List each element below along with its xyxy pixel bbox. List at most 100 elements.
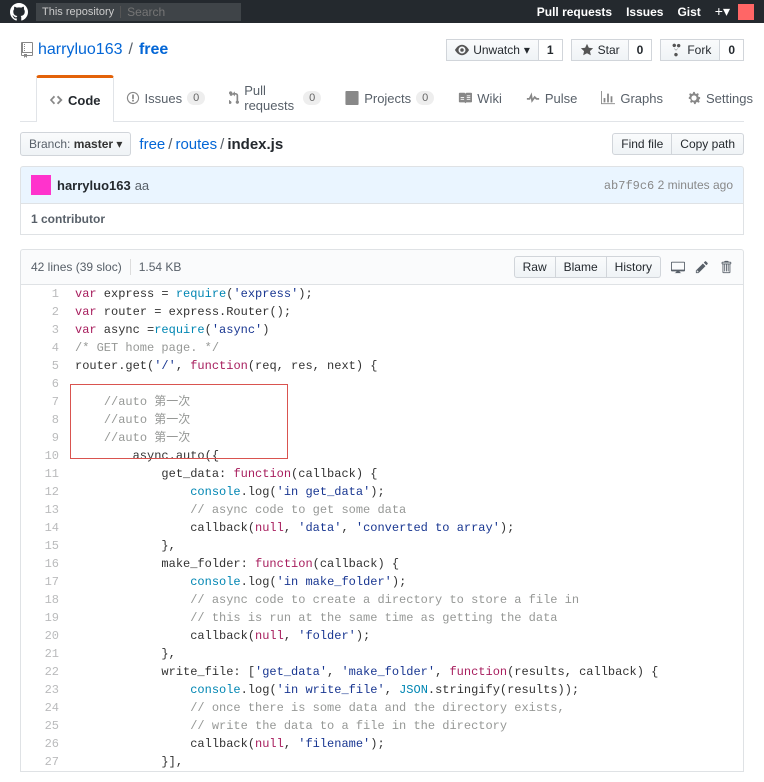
- tab-pulse[interactable]: Pulse: [514, 75, 590, 121]
- branch-select[interactable]: Branch: master ▾: [20, 132, 131, 156]
- tab-code[interactable]: Code: [36, 75, 114, 122]
- star-count[interactable]: 0: [629, 39, 653, 61]
- tab-projects[interactable]: Projects 0: [333, 75, 446, 121]
- commit-author[interactable]: harryluo163: [57, 178, 131, 193]
- line-number[interactable]: 11: [21, 465, 69, 483]
- code-line: 5router.get('/', function(req, res, next…: [21, 357, 743, 375]
- copy-path-button[interactable]: Copy path: [672, 133, 744, 155]
- crumb-root[interactable]: free: [139, 136, 165, 153]
- commit-message[interactable]: aa: [135, 178, 149, 193]
- crumb-dir[interactable]: routes: [175, 136, 217, 153]
- blame-button[interactable]: Blame: [556, 256, 607, 278]
- tab-settings-label: Settings: [706, 91, 753, 106]
- tab-wiki[interactable]: Wiki: [446, 75, 514, 121]
- search-input[interactable]: [121, 3, 241, 21]
- line-number[interactable]: 24: [21, 699, 69, 717]
- line-number[interactable]: 14: [21, 519, 69, 537]
- watch-count[interactable]: 1: [539, 39, 563, 61]
- line-content: // async code to get some data: [69, 501, 743, 519]
- code-line: 11 get_data: function(callback) {: [21, 465, 743, 483]
- line-number[interactable]: 2: [21, 303, 69, 321]
- search-wrap: This repository: [36, 3, 241, 21]
- line-number[interactable]: 15: [21, 537, 69, 555]
- line-number[interactable]: 19: [21, 609, 69, 627]
- gear-icon: [687, 91, 701, 105]
- history-button[interactable]: History: [607, 256, 661, 278]
- line-content: /* GET home page. */: [69, 339, 743, 357]
- line-number[interactable]: 4: [21, 339, 69, 357]
- code-line: 23 console.log('in write_file', JSON.str…: [21, 681, 743, 699]
- github-logo-icon[interactable]: [10, 3, 28, 21]
- issues-counter: 0: [187, 91, 205, 105]
- tab-issues[interactable]: Issues 0: [114, 75, 218, 121]
- line-number[interactable]: 9: [21, 429, 69, 447]
- tab-pulse-label: Pulse: [545, 91, 578, 106]
- pulls-counter: 0: [303, 91, 321, 105]
- raw-button[interactable]: Raw: [514, 256, 556, 278]
- line-number[interactable]: 18: [21, 591, 69, 609]
- nav-gist[interactable]: Gist: [677, 5, 700, 19]
- line-number[interactable]: 16: [21, 555, 69, 573]
- file-size: 1.54 KB: [139, 260, 182, 274]
- line-number[interactable]: 10: [21, 447, 69, 465]
- avatar[interactable]: [738, 4, 754, 20]
- tab-pulls[interactable]: Pull requests 0: [217, 75, 333, 121]
- file-header: 42 lines (39 sloc) 1.54 KB Raw Blame His…: [20, 249, 744, 285]
- line-number[interactable]: 8: [21, 411, 69, 429]
- line-number[interactable]: 21: [21, 645, 69, 663]
- search-scope[interactable]: This repository: [36, 6, 121, 18]
- repo-title: harryluo163 / free: [20, 41, 168, 59]
- line-number[interactable]: 3: [21, 321, 69, 339]
- code-line: 7 //auto 第一次: [21, 393, 743, 411]
- fork-button[interactable]: Fork: [660, 39, 720, 61]
- line-content: var express = require('express');: [69, 285, 743, 303]
- line-content: make_folder: function(callback) {: [69, 555, 743, 573]
- unwatch-button[interactable]: Unwatch ▾: [446, 39, 539, 61]
- line-number[interactable]: 25: [21, 717, 69, 735]
- code-line: 10 async.auto({: [21, 447, 743, 465]
- line-number[interactable]: 27: [21, 753, 69, 771]
- projects-counter: 0: [416, 91, 434, 105]
- line-number[interactable]: 26: [21, 735, 69, 753]
- pencil-icon[interactable]: [695, 260, 709, 274]
- line-content: router.get('/', function(req, res, next)…: [69, 357, 743, 375]
- line-content: // async code to create a directory to s…: [69, 591, 743, 609]
- fork-icon: [669, 43, 683, 57]
- fork-count[interactable]: 0: [720, 39, 744, 61]
- line-content: console.log('in write_file', JSON.string…: [69, 681, 743, 699]
- code-line: 12 console.log('in get_data');: [21, 483, 743, 501]
- line-number[interactable]: 23: [21, 681, 69, 699]
- line-number[interactable]: 12: [21, 483, 69, 501]
- pulse-icon: [526, 91, 540, 105]
- repo-name-link[interactable]: free: [139, 41, 168, 59]
- create-new-icon[interactable]: +▾: [715, 3, 730, 20]
- line-content: // this is run at the same time as getti…: [69, 609, 743, 627]
- star-icon: [580, 43, 594, 57]
- desktop-icon[interactable]: [671, 260, 685, 274]
- line-number[interactable]: 20: [21, 627, 69, 645]
- crumb-file: index.js: [227, 136, 283, 153]
- commit-sha[interactable]: ab7f9c6: [604, 179, 654, 193]
- contributors[interactable]: 1 contributor: [20, 204, 744, 235]
- nav-pull-requests[interactable]: Pull requests: [537, 5, 612, 19]
- line-number[interactable]: 17: [21, 573, 69, 591]
- line-number[interactable]: 1: [21, 285, 69, 303]
- tab-graphs-label: Graphs: [620, 91, 663, 106]
- repo-owner-link[interactable]: harryluo163: [38, 41, 123, 59]
- nav-issues[interactable]: Issues: [626, 5, 663, 19]
- tab-graphs[interactable]: Graphs: [589, 75, 675, 121]
- repo-tabs: Code Issues 0 Pull requests 0 Projects 0…: [20, 75, 744, 122]
- file-lines: 42 lines (39 sloc): [31, 260, 122, 274]
- commit-avatar[interactable]: [31, 175, 51, 195]
- find-file-button[interactable]: Find file: [612, 133, 672, 155]
- tab-settings[interactable]: Settings: [675, 75, 764, 121]
- trash-icon[interactable]: [719, 260, 733, 274]
- line-number[interactable]: 6: [21, 375, 69, 393]
- line-number[interactable]: 5: [21, 357, 69, 375]
- line-number[interactable]: 7: [21, 393, 69, 411]
- line-content: //auto 第一次: [69, 411, 743, 429]
- line-number[interactable]: 22: [21, 663, 69, 681]
- code-view: 1var express = require('express');2var r…: [20, 285, 744, 772]
- star-button[interactable]: Star: [571, 39, 629, 61]
- line-number[interactable]: 13: [21, 501, 69, 519]
